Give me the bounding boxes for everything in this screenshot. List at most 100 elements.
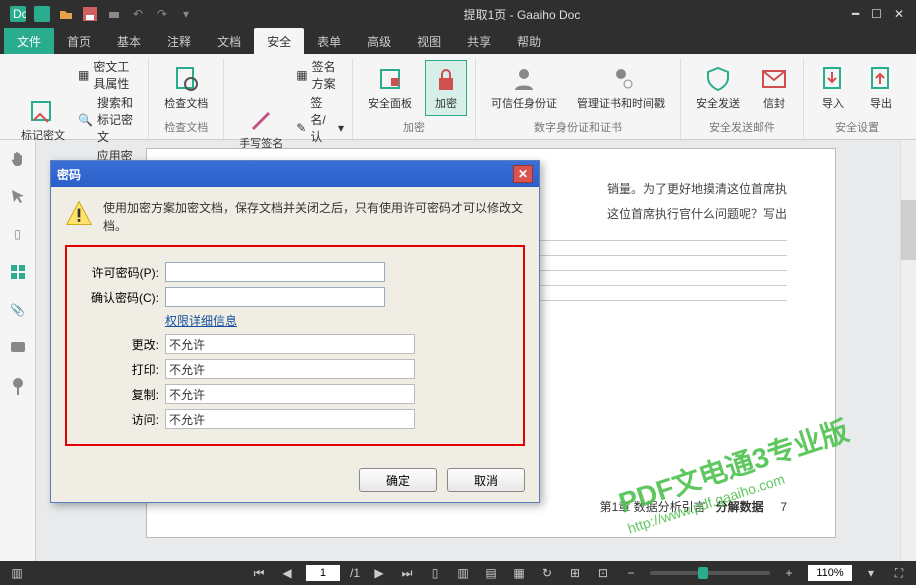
change-label: 更改: xyxy=(81,336,159,353)
attachment-tool[interactable]: 📎 xyxy=(6,298,30,322)
export-icon xyxy=(867,65,895,93)
sb-view2[interactable]: ▥ xyxy=(454,564,472,582)
title-bar: Dc ↶ ↷ ▾ 提取1页 - Gaaiho Doc ━ ☐ ✕ xyxy=(0,0,916,28)
inspect-doc-button[interactable]: 检查文档 xyxy=(157,60,215,116)
tab-file[interactable]: 文件 xyxy=(4,28,54,54)
arrow-tool[interactable] xyxy=(6,184,30,208)
access-value: 不允许 xyxy=(165,409,415,429)
bookmark-tool[interactable]: ▯ xyxy=(6,222,30,246)
security-panel-button[interactable]: 安全面板 xyxy=(361,60,419,116)
tab-security[interactable]: 安全 xyxy=(254,28,304,54)
shield-icon xyxy=(704,65,732,93)
zoom-in[interactable]: + xyxy=(780,564,798,582)
tab-form[interactable]: 表单 xyxy=(304,28,354,54)
export-button[interactable]: 导出 xyxy=(860,60,902,116)
search-redact[interactable]: 🔍搜索和标记密文 xyxy=(78,94,140,145)
permission-details-link[interactable]: 权限详细信息 xyxy=(165,312,237,329)
tab-comment[interactable]: 注释 xyxy=(154,28,204,54)
print-label: 打印: xyxy=(81,361,159,378)
import-button[interactable]: 导入 xyxy=(812,60,854,116)
sidebar: ▯ 📎 xyxy=(0,140,36,561)
highlighted-form-area: 许可密码(P): 确认密码(C): 权限详细信息 更改:不允许 打印:不允许 复… xyxy=(65,245,525,446)
open-icon[interactable] xyxy=(57,5,75,23)
dialog-close-button[interactable]: ✕ xyxy=(513,165,533,183)
tab-home[interactable]: 首页 xyxy=(54,28,104,54)
envelope-button[interactable]: 信封 xyxy=(753,60,795,116)
tab-share[interactable]: 共享 xyxy=(454,28,504,54)
copy-value: 不允许 xyxy=(165,384,415,404)
zoom-slider[interactable] xyxy=(650,571,770,575)
page-number-input[interactable] xyxy=(306,565,340,581)
close-button[interactable]: ✕ xyxy=(894,7,904,21)
undo-icon[interactable]: ↶ xyxy=(129,5,147,23)
dropdown-icon: ▾ xyxy=(338,121,344,135)
document-title: 提取1页 - Gaaiho Doc xyxy=(198,6,846,23)
sb-fit2[interactable]: ⊡ xyxy=(594,564,612,582)
group-sign: 手写签名 ▦签名方案 ✎签名/ 认证▾ ▦安全面板 签名/认证 xyxy=(224,58,353,139)
sb-view3[interactable]: ▤ xyxy=(482,564,500,582)
permit-password-input[interactable] xyxy=(165,262,385,282)
props-icon: ▦ xyxy=(78,67,89,83)
zoom-out[interactable]: − xyxy=(622,564,640,582)
save-icon[interactable] xyxy=(81,5,99,23)
confirm-password-input[interactable] xyxy=(165,287,385,307)
redact-props[interactable]: ▦密文工具属性 xyxy=(78,58,140,92)
comment-tool[interactable] xyxy=(6,336,30,360)
sign-scheme[interactable]: ▦签名方案 xyxy=(296,58,344,92)
sb-view4[interactable]: ▦ xyxy=(510,564,528,582)
maximize-button[interactable]: ☐ xyxy=(871,7,882,21)
vertical-scrollbar[interactable] xyxy=(900,140,916,561)
encrypt-button[interactable]: 加密 xyxy=(425,60,467,116)
redact-icon xyxy=(29,97,57,125)
import-icon xyxy=(819,65,847,93)
zoom-thumb[interactable] xyxy=(698,567,708,579)
tab-basic[interactable]: 基本 xyxy=(104,28,154,54)
page-text-2: 这位首席执行官什么问题呢？写出 xyxy=(607,207,787,221)
user-icon xyxy=(510,65,538,93)
sb-fullscreen[interactable]: ⛶ xyxy=(890,564,908,582)
page-total: /1 xyxy=(350,566,360,580)
zoom-input[interactable] xyxy=(808,565,852,581)
group-redact: 标记密文 ▦密文工具属性 🔍搜索和标记密文 ▦应用密文 密文工具 xyxy=(6,58,149,139)
hand-tool[interactable] xyxy=(6,146,30,170)
dropdown-icon[interactable]: ▾ xyxy=(177,5,195,23)
dialog-title: 密码 xyxy=(57,166,81,183)
page-footer: 第1章 数据分析引言 分解数据 7 xyxy=(600,496,787,519)
pin-tool[interactable] xyxy=(6,374,30,398)
zoom-dropdown-icon[interactable]: ▾ xyxy=(862,564,880,582)
tab-advanced[interactable]: 高级 xyxy=(354,28,404,54)
print-icon[interactable] xyxy=(105,5,123,23)
minimize-button[interactable]: ━ xyxy=(852,7,859,21)
sb-rotate[interactable]: ↻ xyxy=(538,564,556,582)
search-icon: 🔍 xyxy=(78,112,93,128)
app-icon-doc: Dc xyxy=(9,5,27,23)
cancel-button[interactable]: 取消 xyxy=(447,468,525,492)
warning-icon xyxy=(65,199,93,227)
pen-icon xyxy=(247,105,275,133)
cert-icon xyxy=(607,65,635,93)
lock-icon xyxy=(432,65,460,93)
thumbnail-tool[interactable] xyxy=(6,260,30,284)
status-bar: ▥ ⏮ ◀ /1 ▶ ⏭ ▯ ▥ ▤ ▦ ↻ ⊞ ⊡ − + ▾ ⛶ xyxy=(0,561,916,585)
access-label: 访问: xyxy=(81,411,159,428)
manage-cert-button[interactable]: 管理证书和时间戳 xyxy=(570,60,672,116)
tab-document[interactable]: 文档 xyxy=(204,28,254,54)
tab-help[interactable]: 帮助 xyxy=(504,28,554,54)
sb-view1[interactable]: ▯ xyxy=(426,564,444,582)
sb-first-page[interactable]: ⏮ xyxy=(250,564,268,582)
group-secure-send: 安全发送 信封 安全发送邮件 xyxy=(681,58,804,139)
sb-fit1[interactable]: ⊞ xyxy=(566,564,584,582)
change-value: 不允许 xyxy=(165,334,415,354)
password-dialog: 密码 ✕ 使用加密方案加密文档，保存文档并关闭之后，只有使用许可密码才可以修改文… xyxy=(50,160,540,503)
sb-next-page[interactable]: ▶ xyxy=(370,564,388,582)
sb-panel-icon[interactable]: ▥ xyxy=(8,564,26,582)
tab-view[interactable]: 视图 xyxy=(404,28,454,54)
sb-last-page[interactable]: ⏭ xyxy=(398,564,416,582)
sb-prev-page[interactable]: ◀ xyxy=(278,564,296,582)
scroll-thumb[interactable] xyxy=(901,200,916,260)
ok-button[interactable]: 确定 xyxy=(359,468,437,492)
redo-icon[interactable]: ↷ xyxy=(153,5,171,23)
trusted-id-button[interactable]: 可信任身份证 xyxy=(484,60,564,116)
dialog-titlebar[interactable]: 密码 ✕ xyxy=(51,161,539,187)
secure-send-button[interactable]: 安全发送 xyxy=(689,60,747,116)
